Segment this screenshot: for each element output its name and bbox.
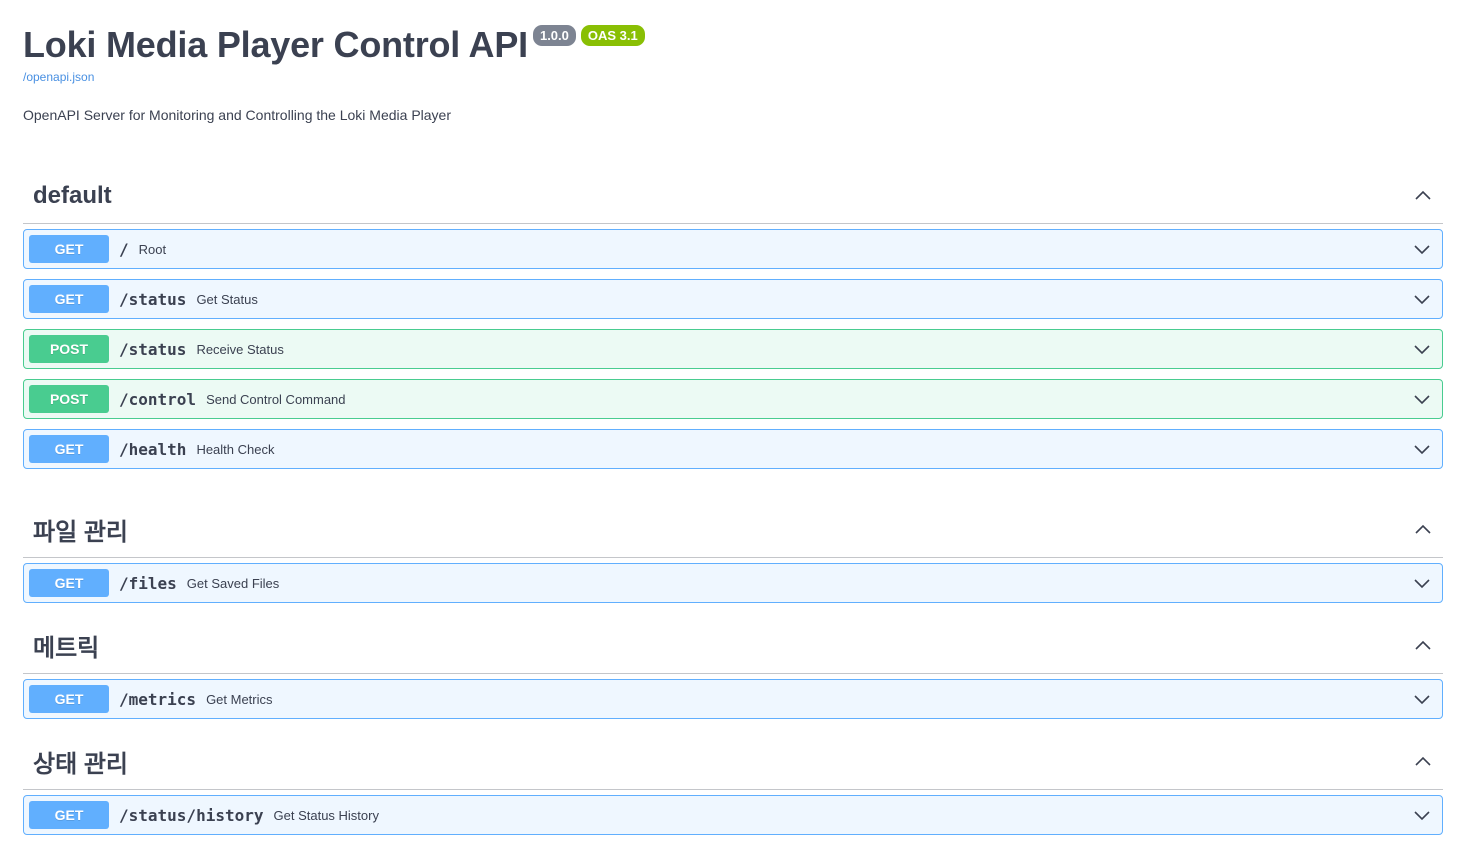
operation-path: /metrics [119, 689, 197, 709]
method-badge: GET [29, 569, 109, 597]
operation-post-control[interactable]: POST /control Send Control Command [23, 379, 1443, 419]
chevron-down-icon[interactable] [1412, 339, 1432, 359]
method-badge: POST [29, 335, 109, 363]
operation-get-root[interactable]: GET / Root [23, 229, 1443, 269]
chevron-down-icon[interactable] [1412, 239, 1432, 259]
operation-summary: Get Saved Files [186, 575, 280, 591]
method-badge: GET [29, 801, 109, 829]
chevron-up-icon[interactable] [1413, 752, 1433, 772]
method-badge: GET [29, 235, 109, 263]
operation-summary: Get Status History [273, 807, 379, 823]
tag-header-status-management[interactable]: 상태 관리 [23, 734, 1443, 790]
tag-section-metrics: 메트릭 GET /metrics Get Metrics [23, 618, 1443, 729]
operation-path: /status [119, 339, 187, 359]
version-badges: 1.0.0 OAS 3.1 [532, 25, 650, 46]
operation-path: /status/history [119, 805, 264, 825]
operation-post-status[interactable]: POST /status Receive Status [23, 329, 1443, 369]
api-info: Loki Media Player Control API 1.0.0 OAS … [23, 22, 1443, 123]
tag-header-default[interactable]: default [23, 168, 1443, 224]
chevron-down-icon[interactable] [1412, 573, 1432, 593]
chevron-down-icon[interactable] [1412, 389, 1432, 409]
operation-path: /files [119, 573, 177, 593]
operation-get-metrics[interactable]: GET /metrics Get Metrics [23, 679, 1443, 719]
operation-path: /status [119, 289, 187, 309]
operation-get-status-history[interactable]: GET /status/history Get Status History [23, 795, 1443, 835]
operation-path: / [119, 239, 129, 259]
tag-name: 메트릭 [33, 635, 100, 662]
operation-summary: Get Metrics [206, 691, 273, 707]
tag-section-status-management: 상태 관리 GET /status/history Get Status His… [23, 734, 1443, 845]
api-description: OpenAPI Server for Monitoring and Contro… [23, 107, 451, 123]
operation-get-status[interactable]: GET /status Get Status [23, 279, 1443, 319]
operation-get-files[interactable]: GET /files Get Saved Files [23, 563, 1443, 603]
chevron-up-icon[interactable] [1413, 636, 1433, 656]
method-badge: GET [29, 285, 109, 313]
operation-get-health[interactable]: GET /health Health Check [23, 429, 1443, 469]
tag-name: 파일 관리 [33, 519, 128, 546]
chevron-down-icon[interactable] [1412, 689, 1432, 709]
version-badge: 1.0.0 [532, 25, 576, 46]
openapi-json-link[interactable]: /openapi.json [23, 70, 94, 84]
operation-path: /control [119, 389, 197, 409]
method-badge: GET [29, 685, 109, 713]
method-badge: GET [29, 435, 109, 463]
tag-header-metrics[interactable]: 메트릭 [23, 618, 1443, 674]
title-row: Loki Media Player Control API 1.0.0 OAS … [23, 22, 1443, 68]
operation-summary: Health Check [196, 441, 275, 457]
operation-summary: Send Control Command [206, 391, 346, 407]
chevron-up-icon[interactable] [1413, 186, 1433, 206]
oas-badge: OAS 3.1 [580, 25, 645, 46]
chevron-down-icon[interactable] [1412, 289, 1432, 309]
operation-summary: Get Status [196, 291, 258, 307]
method-badge: POST [29, 385, 109, 413]
chevron-down-icon[interactable] [1412, 805, 1432, 825]
api-title: Loki Media Player Control API [23, 24, 528, 65]
tag-section-default: default GET / Root GET /status Get Statu… [23, 168, 1443, 479]
chevron-up-icon[interactable] [1413, 520, 1433, 540]
tag-section-file-management: 파일 관리 GET /files Get Saved Files [23, 502, 1443, 613]
tag-name: 상태 관리 [33, 751, 128, 778]
tag-name: default [33, 181, 112, 209]
operation-path: /health [119, 439, 187, 459]
operation-summary: Receive Status [196, 341, 284, 357]
chevron-down-icon[interactable] [1412, 439, 1432, 459]
operation-summary: Root [138, 241, 167, 257]
tag-header-file-management[interactable]: 파일 관리 [23, 502, 1443, 558]
